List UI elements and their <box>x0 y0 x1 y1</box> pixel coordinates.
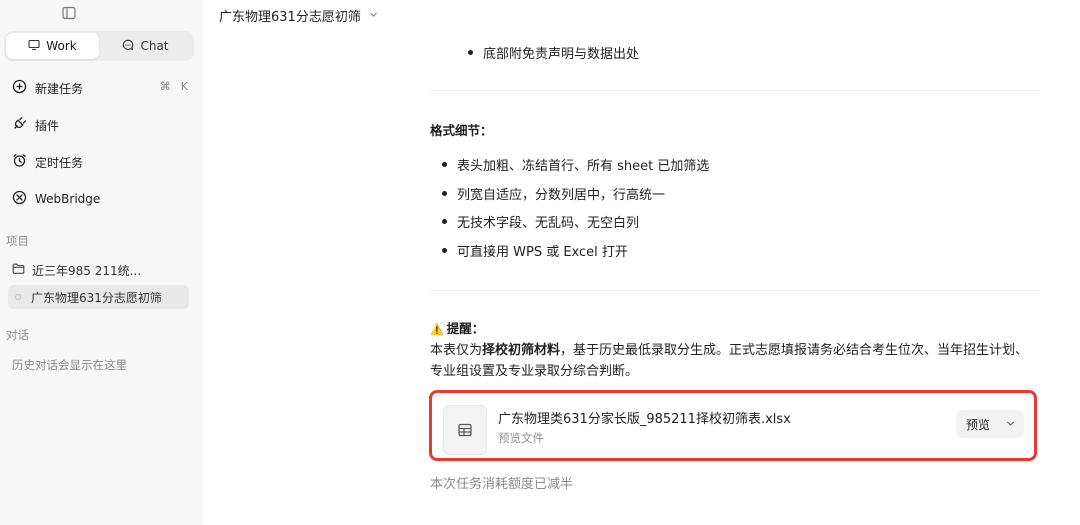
monitor-icon <box>28 39 40 54</box>
shortcut-mod: ⌘ <box>159 80 171 93</box>
project-item-label: 近三年985 211统... <box>32 263 142 278</box>
preview-button-label: 预览 <box>966 417 991 432</box>
tab-chat[interactable]: Chat <box>99 33 192 59</box>
project-item[interactable]: 近三年985 211统... <box>8 258 189 282</box>
file-subtitle: 预览文件 <box>498 431 544 445</box>
history-section-label: 对话 <box>6 328 29 342</box>
warning-icon: ⚠️ <box>430 323 444 336</box>
sidebar-toggle-icon[interactable] <box>62 5 76 20</box>
sidebar-item-label: WebBridge <box>35 192 101 206</box>
divider <box>430 290 1040 291</box>
chevron-down-icon <box>369 8 378 23</box>
folder-icon <box>12 262 25 278</box>
divider <box>430 90 1040 91</box>
page-title: 广东物理631分志愿初筛 <box>219 10 361 25</box>
new-task-label: 新建任务 <box>35 81 84 96</box>
new-task-shortcut: ⌘ K <box>160 80 188 93</box>
alarm-clock-icon <box>12 153 27 171</box>
file-card[interactable]: 广东物理类631分家长版_985211择校初筛表.xlsx 预览文件 预览 <box>443 398 1031 455</box>
chevron-down-icon[interactable] <box>1000 417 1015 431</box>
chat-bubble-icon <box>122 39 134 54</box>
mode-switch: Work Chat <box>4 31 194 61</box>
conversation-title[interactable]: 广东物理631分志愿初筛 <box>219 6 378 25</box>
shortcut-key: K <box>180 80 188 93</box>
list-item: 无技术字段、无乱码、无空白列 <box>442 212 639 231</box>
new-task-button[interactable]: 新建任务 ⌘ K <box>12 77 192 99</box>
sidebar: Work Chat 新建任务 ⌘ K 插件 定时任务 WebBridge 项目 … <box>0 0 202 525</box>
list-item: 底部附免责声明与数据出处 <box>468 43 639 62</box>
conversation-dot-icon <box>15 294 21 300</box>
reminder-heading: ⚠️ 提醒： <box>430 318 484 337</box>
reminder-text-bold: 择校初筛材料 <box>482 343 561 358</box>
list-item: 可直接用 WPS 或 Excel 打开 <box>442 241 628 260</box>
tab-work-label: Work <box>46 39 77 53</box>
plug-icon <box>12 116 27 134</box>
reminder-text: 本表仅为择校初筛材料，基于历史最低录取分生成。正式志愿填报请务必结合考生位次、当… <box>430 340 1040 382</box>
list-item: 列宽自适应，分数列居中，行高统一 <box>442 184 665 203</box>
footer-note: 本次任务消耗额度已减半 <box>430 477 574 492</box>
sidebar-item-label: 插件 <box>35 118 60 133</box>
plus-circle-icon <box>12 79 27 97</box>
file-name: 广东物理类631分家长版_985211择校初筛表.xlsx <box>498 412 791 427</box>
sidebar-item-webbridge[interactable]: WebBridge <box>12 188 192 210</box>
compass-icon <box>12 190 27 208</box>
reminder-text-pre: 本表仅为 <box>430 343 483 358</box>
preview-button[interactable]: 预览 <box>956 410 1024 438</box>
spreadsheet-file-icon <box>443 405 487 455</box>
history-empty-text: 历史对话会显示在这里 <box>12 358 127 372</box>
tab-chat-label: Chat <box>140 39 169 53</box>
sidebar-item-plugins[interactable]: 插件 <box>12 114 192 136</box>
project-item-selected[interactable]: 广东物理631分志愿初筛 <box>8 285 189 309</box>
format-heading: 格式细节： <box>430 123 493 138</box>
list-item: 表头加粗、冻结首行、所有 sheet 已加筛选 <box>442 155 709 174</box>
projects-section-label: 项目 <box>6 234 29 248</box>
reminder-heading-label: 提醒： <box>446 321 485 336</box>
sidebar-item-label: 定时任务 <box>35 155 84 170</box>
tab-work[interactable]: Work <box>6 33 99 59</box>
sidebar-item-scheduled[interactable]: 定时任务 <box>12 151 192 173</box>
project-item-label: 广东物理631分志愿初筛 <box>31 290 162 305</box>
